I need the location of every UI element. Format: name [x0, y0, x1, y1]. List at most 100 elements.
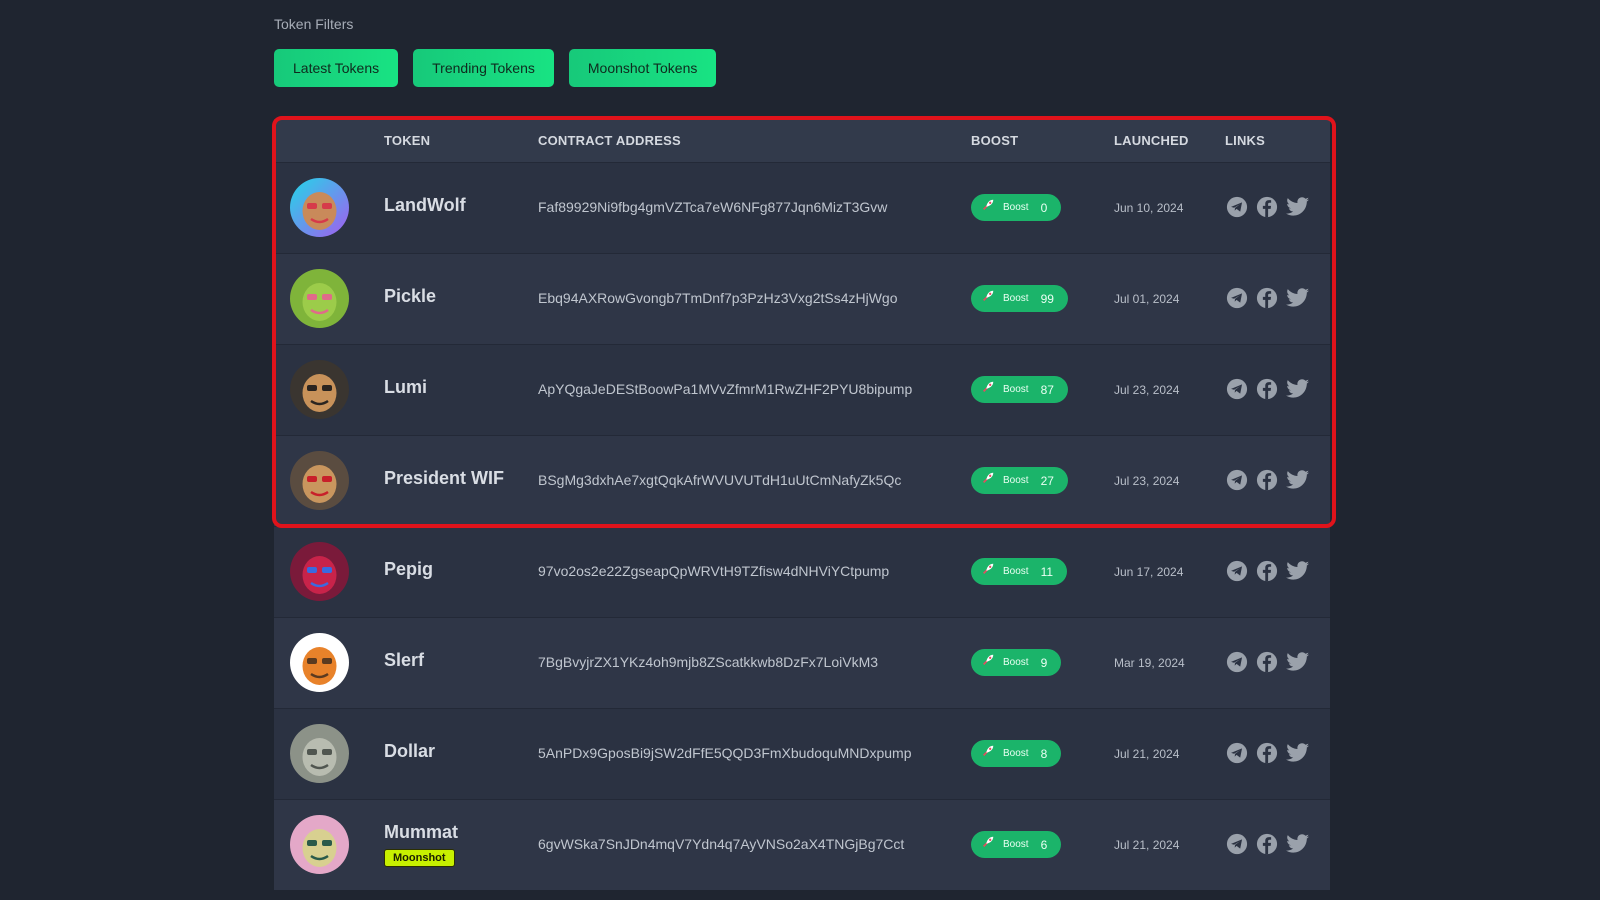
twitter-icon[interactable] [1286, 742, 1309, 764]
twitter-icon[interactable] [1286, 560, 1309, 582]
facebook-icon[interactable] [1256, 469, 1278, 491]
launched-date: Jun 17, 2024 [1114, 565, 1184, 579]
rocket-icon [981, 562, 995, 581]
social-links [1226, 287, 1309, 309]
contract-address[interactable]: BSgMg3dxhAe7xgtQqkAfrWVUVUTdH1uUtCmNafyZ… [538, 472, 901, 488]
header-token: TOKEN [384, 133, 431, 148]
boost-label: Boost [1003, 475, 1029, 486]
boost-button[interactable]: Boost 87 [971, 376, 1068, 403]
latest-tokens-button[interactable]: Latest Tokens [274, 49, 399, 87]
boost-count: 8 [1040, 746, 1048, 761]
facebook-icon[interactable] [1256, 651, 1278, 673]
boost-button[interactable]: Boost 99 [971, 285, 1068, 312]
rocket-icon [981, 198, 995, 217]
telegram-icon[interactable] [1226, 742, 1248, 764]
token-name[interactable]: Pickle [384, 286, 436, 307]
contract-address[interactable]: 97vo2os2e22ZgseapQpWRVtH9TZfisw4dNHViYCt… [538, 563, 889, 579]
social-links [1226, 469, 1309, 491]
mummat-avatar [290, 815, 349, 874]
landwolf-avatar [290, 178, 349, 237]
facebook-icon[interactable] [1256, 378, 1278, 400]
twitter-icon[interactable] [1286, 833, 1309, 855]
token-filters-label: Token Filters [274, 16, 354, 32]
telegram-icon[interactable] [1226, 560, 1248, 582]
social-links [1226, 378, 1309, 400]
boost-button[interactable]: Boost 11 [971, 558, 1068, 585]
boost-label: Boost [1003, 566, 1029, 577]
social-links [1226, 742, 1309, 764]
boost-label: Boost [1003, 748, 1029, 759]
social-links [1226, 651, 1309, 673]
header-contract-address: CONTRACT ADDRESS [538, 133, 681, 148]
table-row[interactable]: Dollar 5AnPDx9GposBi9jSW2dFfE5QQD3FmXbud… [274, 708, 1330, 799]
moonshot-tokens-button[interactable]: Moonshot Tokens [568, 49, 717, 87]
telegram-icon[interactable] [1226, 651, 1248, 673]
boost-count: 0 [1040, 200, 1048, 215]
launched-date: Jul 21, 2024 [1114, 838, 1180, 852]
twitter-icon[interactable] [1286, 469, 1309, 491]
facebook-icon[interactable] [1256, 196, 1278, 218]
dollar-avatar [290, 724, 349, 783]
social-links [1226, 196, 1309, 218]
table-row[interactable]: President WIF BSgMg3dxhAe7xgtQqkAfrWVUVU… [274, 435, 1330, 526]
token-name[interactable]: Slerf [384, 650, 424, 671]
twitter-icon[interactable] [1286, 287, 1309, 309]
boost-count: 87 [1040, 382, 1054, 397]
contract-address[interactable]: Faf89929Ni9fbg4gmVZTca7eW6NFg877Jqn6MizT… [538, 199, 887, 215]
rocket-icon [981, 471, 995, 490]
launched-date: Jul 01, 2024 [1114, 292, 1180, 306]
twitter-icon[interactable] [1286, 651, 1309, 673]
header-launched: LAUNCHED [1114, 133, 1189, 148]
boost-count: 27 [1040, 473, 1054, 488]
rocket-icon [981, 835, 995, 854]
boost-label: Boost [1003, 657, 1029, 668]
boost-button[interactable]: Boost 8 [971, 740, 1062, 767]
telegram-icon[interactable] [1226, 469, 1248, 491]
contract-address[interactable]: Ebq94AXRowGvongb7TmDnf7p3PzHz3Vxg2tSs4zH… [538, 290, 898, 306]
token-name[interactable]: Dollar [384, 741, 435, 762]
telegram-icon[interactable] [1226, 287, 1248, 309]
token-name[interactable]: LandWolf [384, 195, 466, 216]
token-name[interactable]: Mummat [384, 822, 458, 843]
twitter-icon[interactable] [1286, 196, 1309, 218]
contract-address[interactable]: 6gvWSka7SnJDn4mqV7Ydn4q7AyVNSo2aX4TNGjBg… [538, 836, 904, 852]
token-name[interactable]: President WIF [384, 468, 504, 489]
filter-buttons: Latest Tokens Trending Tokens Moonshot T… [274, 49, 717, 87]
twitter-icon[interactable] [1286, 378, 1309, 400]
boost-button[interactable]: Boost 6 [971, 831, 1062, 858]
table-row[interactable]: Lumi ApYQgaJeDEStBoowPa1MVvZfmrM1RwZHF2P… [274, 344, 1330, 435]
launched-date: Jul 23, 2024 [1114, 383, 1180, 397]
contract-address[interactable]: 5AnPDx9GposBi9jSW2dFfE5QQD3FmXbudoquMNDx… [538, 745, 912, 761]
president-wif-avatar [290, 451, 349, 510]
table-row[interactable]: Slerf 7BgBvyjrZX1YKz4oh9mjb8ZScatkkwb8Dz… [274, 617, 1330, 708]
token-name[interactable]: Pepig [384, 559, 433, 580]
table-row[interactable]: Pickle Ebq94AXRowGvongb7TmDnf7p3PzHz3Vxg… [274, 253, 1330, 344]
table-row[interactable]: Pepig 97vo2os2e22ZgseapQpWRVtH9TZfisw4dN… [274, 526, 1330, 617]
facebook-icon[interactable] [1256, 560, 1278, 582]
boost-button[interactable]: Boost 0 [971, 194, 1062, 221]
rocket-icon [981, 289, 995, 308]
boost-label: Boost [1003, 293, 1029, 304]
rocket-icon [981, 744, 995, 763]
facebook-icon[interactable] [1256, 287, 1278, 309]
boost-button[interactable]: Boost 9 [971, 649, 1062, 676]
token-name[interactable]: Lumi [384, 377, 427, 398]
boost-button[interactable]: Boost 27 [971, 467, 1068, 494]
telegram-icon[interactable] [1226, 833, 1248, 855]
telegram-icon[interactable] [1226, 378, 1248, 400]
contract-address[interactable]: 7BgBvyjrZX1YKz4oh9mjb8ZScatkkwb8DzFx7Loi… [538, 654, 878, 670]
facebook-icon[interactable] [1256, 833, 1278, 855]
launched-date: Jun 10, 2024 [1114, 201, 1184, 215]
contract-address[interactable]: ApYQgaJeDEStBoowPa1MVvZfmrM1RwZHF2PYU8bi… [538, 381, 912, 397]
boost-label: Boost [1003, 839, 1029, 850]
table-header: TOKEN CONTRACT ADDRESS BOOST LAUNCHED LI… [274, 119, 1330, 162]
facebook-icon[interactable] [1256, 742, 1278, 764]
table-row[interactable]: LandWolf Faf89929Ni9fbg4gmVZTca7eW6NFg87… [274, 162, 1330, 253]
trending-tokens-button[interactable]: Trending Tokens [413, 49, 554, 87]
telegram-icon[interactable] [1226, 196, 1248, 218]
boost-count: 9 [1040, 655, 1048, 670]
table-row[interactable]: Mummat 6gvWSka7SnJDn4mqV7Ydn4q7AyVNSo2aX… [274, 799, 1330, 890]
boost-label: Boost [1003, 202, 1029, 213]
table-body: LandWolf Faf89929Ni9fbg4gmVZTca7eW6NFg87… [274, 162, 1330, 890]
boost-label: Boost [1003, 384, 1029, 395]
